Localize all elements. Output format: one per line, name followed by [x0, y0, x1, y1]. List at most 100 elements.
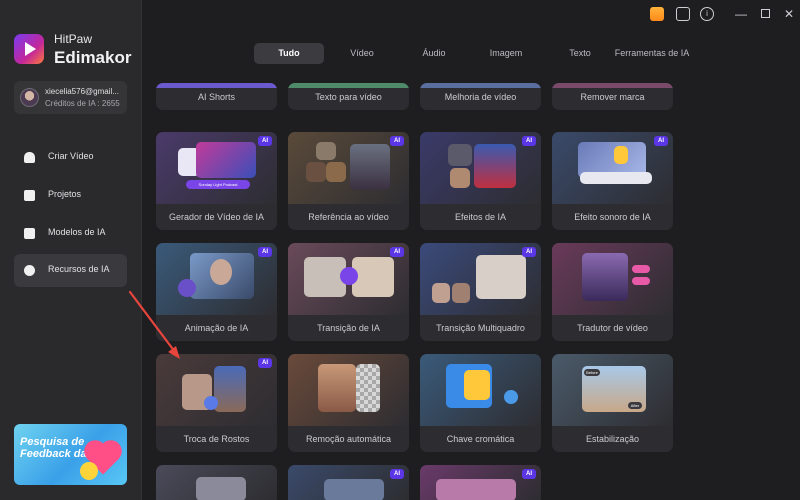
minimize-icon[interactable]: — — [734, 7, 748, 21]
card-label: Transição de IA — [317, 323, 380, 333]
transparent-background-image — [356, 364, 380, 412]
category-tabs: Tudo Vídeo Áudio Imagem Texto Ferramenta… — [254, 43, 690, 64]
ai-badge: AI — [654, 136, 668, 146]
card-ai-effects[interactable]: AI Efeitos de IA — [420, 132, 541, 230]
avatar — [20, 88, 39, 107]
ai-badge: AI — [258, 136, 272, 146]
info-icon[interactable]: i — [700, 7, 714, 21]
card-label: Chave cromática — [446, 434, 515, 444]
ai-badge: AI — [390, 247, 404, 257]
transition-target-image — [352, 257, 394, 297]
card-video-reference[interactable]: AI Referência ao vídeo — [288, 132, 409, 230]
card-label: Estabilização — [585, 434, 640, 444]
card-thumbnail — [420, 354, 541, 426]
sidebar-item-create-video[interactable]: Criar Vídeo — [14, 141, 127, 174]
audio-file-icon — [614, 146, 628, 164]
card-ai-shorts[interactable]: AI Shorts — [156, 83, 277, 110]
app-window: HitPaw Edimakor xiecelia576@gmail... Cré… — [0, 0, 800, 500]
language-tag — [632, 265, 650, 273]
podcast-preview-image — [196, 142, 256, 178]
sidebar-item-label: Projetos — [48, 189, 82, 199]
effect-source-image — [450, 168, 470, 188]
card-label: Efeito sonoro de IA — [574, 212, 651, 222]
card-label: Remoção automática — [305, 434, 392, 444]
smiley-icon — [80, 462, 98, 480]
effect-result-image — [474, 144, 516, 188]
tab-ai-tools[interactable]: Ferramentas de IA — [614, 43, 690, 64]
ai-badge: AI — [522, 136, 536, 146]
card-thumbnail — [552, 243, 673, 315]
preview-image — [196, 477, 246, 500]
card-stabilization[interactable]: Before After Estabilização — [552, 354, 673, 452]
reference-result-image — [350, 144, 390, 190]
edimakor-logo-icon — [14, 34, 44, 64]
card-thumbnail — [156, 465, 277, 500]
before-label: Before — [584, 369, 600, 376]
feedback-survey-banner[interactable]: Pesquisa de Feedback da — [14, 424, 127, 485]
transition-icon — [340, 267, 358, 285]
swap-icon — [204, 396, 218, 410]
frame-image — [452, 283, 470, 303]
card-partial[interactable]: AI — [288, 465, 409, 500]
reference-image — [316, 142, 336, 160]
card-multiframe-transition[interactable]: AI Transição Multiquadro — [420, 243, 541, 341]
waveform-bar — [580, 172, 652, 184]
card-thumbnail: Before After — [552, 354, 673, 426]
sidebar-item-ai-resources[interactable]: Recursos de IA — [14, 254, 127, 287]
red-pointer-arrow-icon — [128, 290, 180, 359]
card-text-to-video[interactable]: Texto para vídeo — [288, 83, 409, 110]
card-ai-sound-effect[interactable]: AI Efeito sonoro de IA — [552, 132, 673, 230]
effect-source-image — [448, 144, 472, 166]
card-ai-transition[interactable]: AI Transição de IA — [288, 243, 409, 341]
card-label: Referência ao vídeo — [308, 212, 389, 222]
card-label: Tradutor de vídeo — [577, 323, 648, 333]
gift-icon[interactable] — [650, 7, 664, 21]
card-chroma-key[interactable]: Chave cromática — [420, 354, 541, 452]
feedback-chat-icon[interactable] — [676, 7, 690, 21]
ai-credits: Créditos de IA : 2655 — [45, 99, 120, 108]
card-video-translator[interactable]: Tradutor de vídeo — [552, 243, 673, 341]
ai-badge: AI — [258, 247, 272, 257]
sidebar-item-label: Criar Vídeo — [48, 151, 94, 161]
close-icon[interactable]: ✕ — [782, 7, 796, 21]
ai-badge: AI — [390, 136, 404, 146]
reference-image — [326, 162, 346, 182]
sidebar-item-label: Modelos de IA — [48, 227, 106, 237]
card-label: Remover marca — [580, 92, 645, 102]
brand-name-line2: Edimakor — [54, 48, 132, 67]
card-auto-removal[interactable]: Remoção automática — [288, 354, 409, 452]
preview-image — [436, 479, 516, 500]
tab-image[interactable]: Imagem — [476, 43, 536, 64]
card-label: Melhoria de vídeo — [444, 92, 517, 102]
podcast-caption: Sunday Light Podcast — [186, 180, 250, 189]
brand-name-line1: HitPaw — [54, 32, 93, 46]
card-remove-watermark[interactable]: Remover marca — [552, 83, 673, 110]
card-partial[interactable] — [156, 465, 277, 500]
language-tag — [632, 277, 650, 285]
eyedropper-icon — [504, 390, 518, 404]
ai-models-icon — [24, 228, 35, 239]
card-label: AI Shorts — [197, 92, 235, 102]
user-email: xiecelia576@gmail... — [45, 87, 119, 96]
user-account-card[interactable]: xiecelia576@gmail... Créditos de IA : 26… — [14, 81, 127, 114]
ai-badge: AI — [522, 469, 536, 479]
card-thumbnail — [288, 354, 409, 426]
after-label: After — [628, 402, 642, 409]
card-face-swap[interactable]: AI Troca de Rostos — [156, 354, 277, 452]
card-partial[interactable]: AI — [420, 465, 541, 500]
tab-all[interactable]: Tudo — [254, 43, 324, 64]
maximize-icon[interactable] — [758, 7, 772, 21]
card-video-enhance[interactable]: Melhoria de vídeo — [420, 83, 541, 110]
translator-portrait-image — [582, 253, 628, 301]
sidebar-item-ai-models[interactable]: Modelos de IA — [14, 217, 127, 250]
tab-video[interactable]: Vídeo — [332, 43, 392, 64]
sidebar: HitPaw Edimakor xiecelia576@gmail... Cré… — [0, 0, 142, 500]
create-video-icon — [24, 152, 35, 163]
tab-text[interactable]: Texto — [550, 43, 610, 64]
ai-badge: AI — [522, 247, 536, 257]
card-label: Texto para vídeo — [315, 92, 382, 102]
sidebar-item-label: Recursos de IA — [48, 264, 110, 274]
sidebar-item-projects[interactable]: Projetos — [14, 179, 127, 212]
tab-audio[interactable]: Áudio — [404, 43, 464, 64]
card-ai-video-generator[interactable]: Sunday Light Podcast AI Gerador de Vídeo… — [156, 132, 277, 230]
